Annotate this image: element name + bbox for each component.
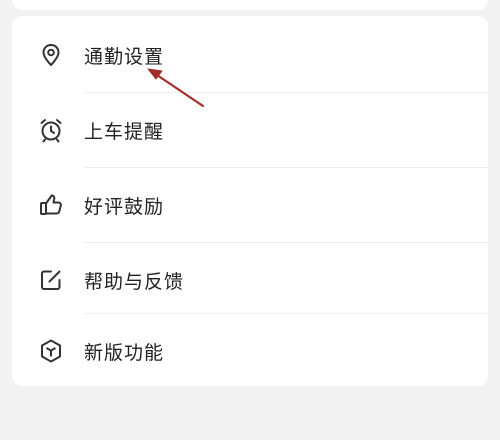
menu-item-label: 通勤设置 <box>84 45 165 68</box>
alarm-clock-icon <box>38 117 64 143</box>
menu-item-help-feedback[interactable]: 帮助与反馈 <box>12 243 488 317</box>
location-pin-icon <box>38 42 64 68</box>
thumbs-up-icon <box>38 192 64 218</box>
menu-item-commute-settings[interactable]: 通勤设置 <box>12 18 488 92</box>
menu-item-new-features[interactable]: 新版功能 <box>12 314 488 388</box>
cube-icon <box>38 338 64 364</box>
previous-card-bottom <box>12 0 488 10</box>
menu-item-label: 帮助与反馈 <box>84 270 185 293</box>
settings-menu-card: 通勤设置 上车提醒 好评鼓励 帮助与反馈 新版功能 <box>12 16 488 386</box>
edit-square-icon <box>38 267 64 293</box>
menu-item-label: 上车提醒 <box>84 120 165 143</box>
menu-item-boarding-reminder[interactable]: 上车提醒 <box>12 93 488 167</box>
menu-item-label: 新版功能 <box>84 341 165 364</box>
menu-item-label: 好评鼓励 <box>84 195 165 218</box>
menu-item-rate-us[interactable]: 好评鼓励 <box>12 168 488 242</box>
